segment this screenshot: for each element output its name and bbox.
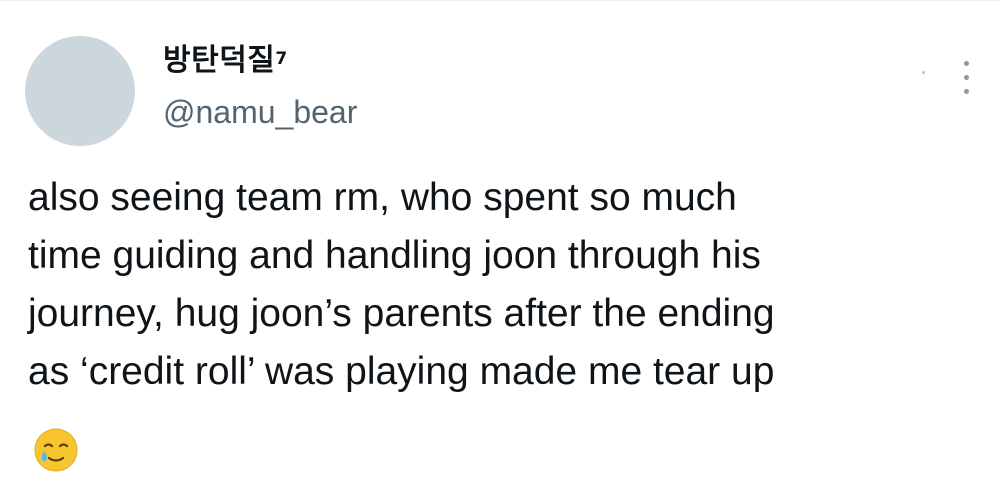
smiling-face-with-tear-icon — [34, 428, 78, 472]
tweet-card: 방탄덕질7 @namu_bear also seeing team rm, wh… — [0, 0, 1000, 496]
display-name-text: 방탄덕질 — [163, 43, 276, 78]
avatar[interactable] — [25, 36, 135, 146]
tweet-text: also seeing team rm, who spent so much t… — [28, 169, 988, 401]
tweet-text-line: journey, hug joon’s parents after the en… — [28, 292, 775, 335]
display-name-suffix: 7 — [275, 49, 288, 69]
more-options-icon[interactable] — [955, 59, 979, 99]
tweet-text-line: as ‘credit roll’ was playing made me tea… — [28, 350, 775, 393]
separator-dot — [922, 71, 925, 74]
tweet-text-line: also seeing team rm, who spent so much — [28, 176, 737, 219]
tweet-text-line: time guiding and handling joon through h… — [28, 234, 761, 277]
user-handle[interactable]: @namu_bear — [163, 93, 357, 131]
display-name[interactable]: 방탄덕질7 — [163, 43, 288, 79]
